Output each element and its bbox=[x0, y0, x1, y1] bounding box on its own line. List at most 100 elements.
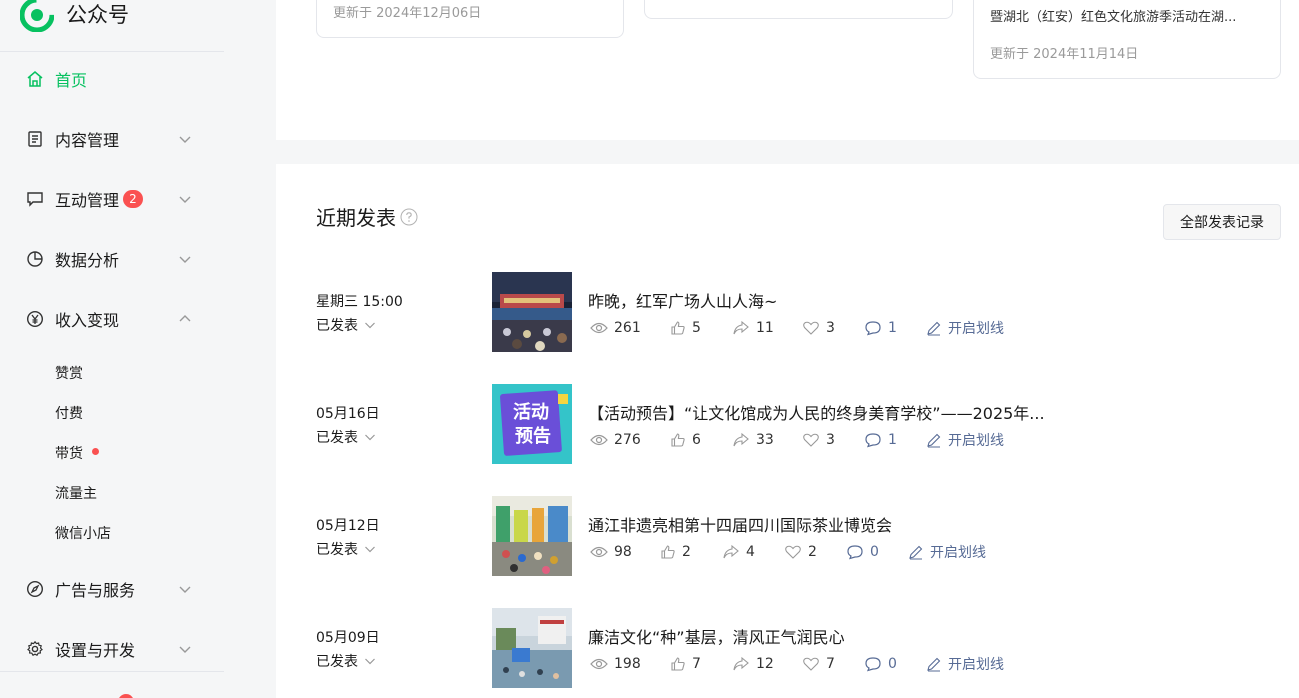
post-date: 05月09日 bbox=[316, 630, 380, 646]
gear-icon bbox=[27, 640, 43, 656]
sidebar-item-label: 首页 bbox=[55, 71, 88, 90]
post-thumbnail[interactable]: 活动 预告 bbox=[492, 384, 572, 464]
share-icon bbox=[733, 320, 749, 335]
chevron-down-icon bbox=[179, 586, 191, 593]
chevron-down-icon bbox=[365, 322, 375, 329]
post-status-dropdown[interactable]: 已发表 bbox=[316, 427, 376, 447]
post-date: 05月12日 bbox=[316, 518, 380, 534]
card-updated-time: 更新于 2024年11月14日 bbox=[990, 47, 1139, 62]
post-status-dropdown[interactable]: 已发表 bbox=[316, 539, 376, 559]
thumb-text-1: 活动 bbox=[513, 401, 549, 423]
thumb-text-2: 预告 bbox=[515, 425, 551, 447]
article-card[interactable]: 暨湖北（红安）红色文化旅游季活动在湖... 更新于 2024年11月14日 bbox=[973, 0, 1281, 79]
sidebar-subitem-wechat-store[interactable]: 微信小店 bbox=[55, 523, 111, 543]
post-title[interactable]: 【活动预告】“让文化馆成为人民的终身美育学校”——2025年... bbox=[588, 400, 1045, 424]
comment-icon bbox=[865, 657, 881, 672]
comments-count: 0 bbox=[870, 544, 879, 560]
article-card[interactable] bbox=[644, 0, 953, 19]
shares-count: 12 bbox=[756, 656, 774, 672]
post-status-dropdown[interactable]: 已发表 bbox=[316, 651, 376, 671]
comments-count: 1 bbox=[888, 320, 897, 336]
post-title[interactable]: 昨晚，红军广场人山人海~ bbox=[588, 288, 777, 312]
sidebar-item-label: 收入变现 bbox=[55, 311, 120, 330]
stat-favorites: 3 bbox=[802, 432, 864, 448]
likes-count: 7 bbox=[692, 656, 701, 672]
brand-name: 公众号 bbox=[66, 3, 129, 27]
recent-posts-panel: 近期发表 全部发表记录 星期三 15:00 已发表 昨晚，红军广场人山人海~ 2… bbox=[276, 164, 1299, 698]
wechat-mp-logo-icon bbox=[20, 0, 54, 32]
comment-icon bbox=[847, 545, 863, 560]
sidebar-subitem-paid[interactable]: 付费 bbox=[55, 403, 83, 423]
stat-views: 98 bbox=[590, 544, 660, 560]
sidebar-item-analytics[interactable]: 数据分析 bbox=[0, 239, 224, 279]
post-status-label: 已发表 bbox=[316, 430, 358, 446]
post-stats: 276 6 33 3 1 开启划线 bbox=[590, 431, 1004, 449]
brand[interactable]: 公众号 bbox=[20, 0, 129, 34]
favorites-count: 7 bbox=[826, 656, 835, 672]
share-icon bbox=[723, 544, 739, 559]
post-stats: 98 2 4 2 0 开启划线 bbox=[590, 543, 986, 561]
thumbs-up-icon bbox=[671, 433, 685, 447]
thumbs-up-icon bbox=[661, 545, 675, 559]
help-icon[interactable] bbox=[400, 208, 418, 226]
eye-icon bbox=[590, 434, 608, 446]
pen-icon bbox=[909, 545, 923, 560]
post-row: 05月09日 已发表 廉洁文化“种”基层，清风正气润民心 198 7 12 7 … bbox=[276, 608, 1299, 688]
post-stats: 198 7 12 7 0 开启划线 bbox=[590, 655, 1004, 673]
enable-underline-label: 开启划线 bbox=[948, 657, 1004, 673]
sidebar-subitem-commerce[interactable]: 带货 bbox=[55, 443, 83, 463]
sidebar-divider bbox=[0, 51, 224, 52]
post-row: 05月12日 已发表 通江非遗亮相第十四届四川国际茶业博览会 98 2 4 2 … bbox=[276, 496, 1299, 576]
post-thumbnail[interactable] bbox=[492, 272, 572, 352]
post-stats: 261 5 11 3 1 开启划线 bbox=[590, 319, 1004, 337]
enable-underline-button[interactable]: 开启划线 bbox=[908, 542, 986, 562]
post-title[interactable]: 廉洁文化“种”基层，清风正气润民心 bbox=[588, 624, 845, 648]
enable-underline-label: 开启划线 bbox=[948, 433, 1004, 449]
sidebar-item-settings[interactable]: 设置与开发 bbox=[0, 629, 224, 669]
likes-count: 2 bbox=[682, 544, 691, 560]
sidebar-item-label: 数据分析 bbox=[55, 251, 120, 270]
sidebar-item-content[interactable]: 内容管理 bbox=[0, 119, 224, 159]
post-row: 05月16日 已发表 活动 预告 【活动预告】“让文化馆成为人民的终身美育学校”… bbox=[276, 384, 1299, 464]
enable-underline-button[interactable]: 开启划线 bbox=[926, 430, 1004, 450]
thumbs-up-icon bbox=[671, 321, 685, 335]
sidebar: 公众号 首页 内容管理 互动管理 2 数据分析 收入变现 赞赏 付费 带货 流量… bbox=[0, 0, 276, 698]
chevron-down-icon bbox=[365, 658, 375, 665]
post-title[interactable]: 通江非遗亮相第十四届四川国际茶业博览会 bbox=[588, 512, 892, 536]
chat-icon bbox=[27, 192, 43, 207]
sidebar-item-monetization[interactable]: 收入变现 bbox=[0, 299, 224, 339]
post-status-dropdown[interactable]: 已发表 bbox=[316, 315, 376, 335]
post-status-label: 已发表 bbox=[316, 654, 358, 670]
sidebar-divider bbox=[0, 671, 224, 672]
favorites-count: 2 bbox=[808, 544, 817, 560]
chevron-down-icon bbox=[179, 646, 191, 653]
sidebar-item-ads[interactable]: 广告与服务 bbox=[0, 569, 224, 609]
sidebar-subitem-reward[interactable]: 赞赏 bbox=[55, 363, 83, 383]
stat-favorites: 7 bbox=[802, 656, 864, 672]
comment-icon bbox=[865, 321, 881, 336]
sidebar-item-interaction[interactable]: 互动管理 2 bbox=[0, 179, 224, 219]
stat-views: 261 bbox=[590, 320, 670, 336]
shares-count: 4 bbox=[746, 544, 755, 560]
all-posts-button[interactable]: 全部发表记录 bbox=[1163, 204, 1281, 240]
chevron-down-icon bbox=[365, 434, 375, 441]
sidebar-item-label: 设置与开发 bbox=[55, 641, 136, 660]
thumbs-up-icon bbox=[671, 657, 685, 671]
post-thumbnail[interactable] bbox=[492, 608, 572, 688]
comment-icon bbox=[865, 433, 881, 448]
share-icon bbox=[733, 656, 749, 671]
stat-views: 198 bbox=[590, 656, 670, 672]
chevron-down-icon bbox=[179, 196, 191, 203]
sidebar-subitem-traffic-master[interactable]: 流量主 bbox=[55, 483, 97, 503]
section-title: 近期发表 bbox=[316, 202, 418, 231]
sidebar-item-home[interactable]: 首页 bbox=[0, 59, 224, 99]
share-icon bbox=[733, 432, 749, 447]
enable-underline-button[interactable]: 开启划线 bbox=[926, 318, 1004, 338]
heart-icon bbox=[803, 321, 819, 335]
post-status-label: 已发表 bbox=[316, 542, 358, 558]
stat-comments: 1 bbox=[864, 320, 926, 336]
article-card[interactable]: 更新于 2024年12月06日 bbox=[316, 0, 624, 38]
document-icon bbox=[28, 131, 42, 147]
enable-underline-button[interactable]: 开启划线 bbox=[926, 654, 1004, 674]
post-thumbnail[interactable] bbox=[492, 496, 572, 576]
